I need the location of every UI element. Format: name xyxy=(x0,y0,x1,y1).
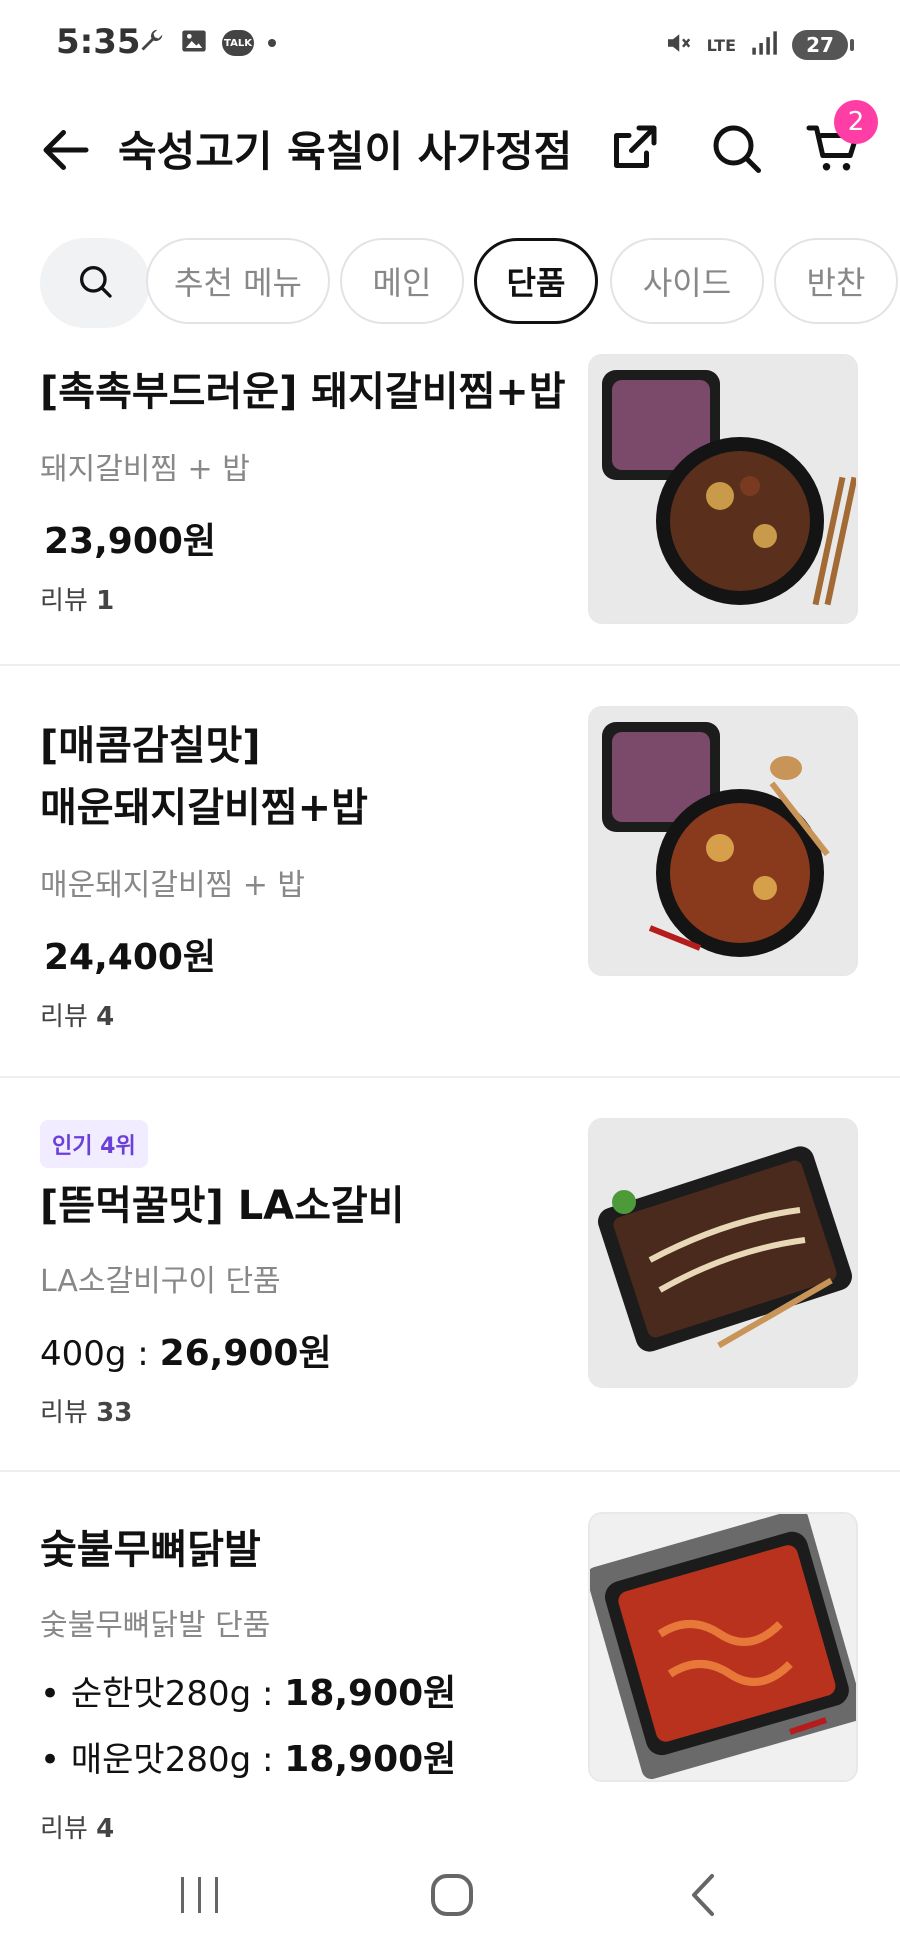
menu-item-name-line2: 매운돼지갈비찜+밥 xyxy=(40,785,368,831)
cart-count-badge: 2 xyxy=(834,100,878,144)
menu-item[interactable]: [매콤감칠맛] 매운돼지갈비찜+밥 매운돼지갈비찜 + 밥 24,400원 리뷰… xyxy=(0,666,900,1078)
system-icons: LTE 27 xyxy=(663,28,854,62)
wrench-icon xyxy=(136,26,166,60)
menu-item-image xyxy=(588,1512,858,1782)
app-header: 숙성고기 육칠이 사가정점 xyxy=(0,92,900,202)
status-bar: 5:35 TALK LTE 27 xyxy=(0,0,900,92)
lte-icon: LTE xyxy=(706,35,736,55)
tab-banchan[interactable]: 반찬 xyxy=(774,238,898,324)
mute-icon xyxy=(663,28,693,62)
menu-item-price: 24,400원 xyxy=(44,937,217,978)
menu-item-option: 400g : xyxy=(40,1334,149,1374)
notification-icons: TALK xyxy=(136,26,276,60)
tab-side[interactable]: 사이드 xyxy=(610,238,764,324)
menu-item[interactable]: [촉촉부드러운] 돼지갈비찜+밥 돼지갈비찜 + 밥 23,900원 리뷰 1 xyxy=(0,340,900,666)
menu-item-image xyxy=(588,706,858,976)
menu-item-price: 23,900원 xyxy=(44,521,217,562)
menu-item-description: 숯불무뼈닭발 단품 xyxy=(40,1608,271,1643)
signal-icon xyxy=(750,29,778,61)
back-icon[interactable] xyxy=(664,1862,744,1928)
store-title: 숙성고기 육칠이 사가정점 xyxy=(118,127,573,176)
menu-item[interactable]: 인기 4위 [뜯먹꿀맛] LA소갈비 LA소갈비구이 단품 400g : 26,… xyxy=(0,1078,900,1472)
menu-item-description: 매운돼지갈비찜 + 밥 xyxy=(40,868,306,903)
menu-item[interactable]: 숯불무뼈닭발 숯불무뼈닭발 단품 • 순한맛280g : 18,900원 • 매… xyxy=(0,1472,900,1844)
menu-item-name: 숯불무뼈닭발 xyxy=(40,1527,261,1573)
menu-item-reviews: 리뷰 4 xyxy=(40,1002,115,1032)
menu-item-description: LA소갈비구이 단품 xyxy=(40,1264,281,1299)
menu-item-image xyxy=(588,1118,858,1388)
share-icon[interactable] xyxy=(604,118,664,178)
home-icon[interactable] xyxy=(412,1862,492,1928)
menu-item-name: [매콤감칠맛] xyxy=(40,723,261,769)
talk-icon: TALK xyxy=(222,30,254,56)
system-nav-bar xyxy=(0,1840,900,1950)
menu-item-name: [촉촉부드러운] 돼지갈비찜+밥 xyxy=(40,369,566,415)
recent-apps-icon[interactable] xyxy=(160,1862,240,1928)
menu-item-price-row: 400g : 26,900원 xyxy=(40,1324,332,1376)
search-icon[interactable] xyxy=(706,118,766,178)
popular-rank-badge: 인기 4위 xyxy=(40,1120,148,1168)
back-arrow-icon[interactable] xyxy=(36,120,96,180)
battery-icon: 27 xyxy=(792,30,854,60)
tab-main[interactable]: 메인 xyxy=(340,238,464,324)
search-icon xyxy=(75,261,115,305)
tab-recommended[interactable]: 추천 메뉴 xyxy=(146,238,330,324)
image-icon xyxy=(180,27,208,59)
tab-search-button[interactable] xyxy=(40,238,150,328)
status-time: 5:35 xyxy=(56,22,141,62)
menu-item-image xyxy=(588,354,858,624)
menu-item-description: 돼지갈비찜 + 밥 xyxy=(40,452,250,487)
menu-item-option-row: • 매운맛280g : 18,900원 xyxy=(40,1739,457,1780)
tab-single[interactable]: 단품 xyxy=(474,238,598,324)
menu-item-option-row: • 순한맛280g : 18,900원 xyxy=(40,1673,457,1714)
menu-item-price: 26,900원 xyxy=(159,1333,332,1374)
category-tabs: 추천 메뉴 메인 단품 사이드 반찬 xyxy=(0,236,900,332)
menu-item-reviews: 리뷰 1 xyxy=(40,586,115,616)
menu-item-reviews: 리뷰 33 xyxy=(40,1398,133,1428)
menu-item-name: [뜯먹꿀맛] LA소갈비 xyxy=(40,1183,405,1229)
dot-icon xyxy=(268,39,276,47)
